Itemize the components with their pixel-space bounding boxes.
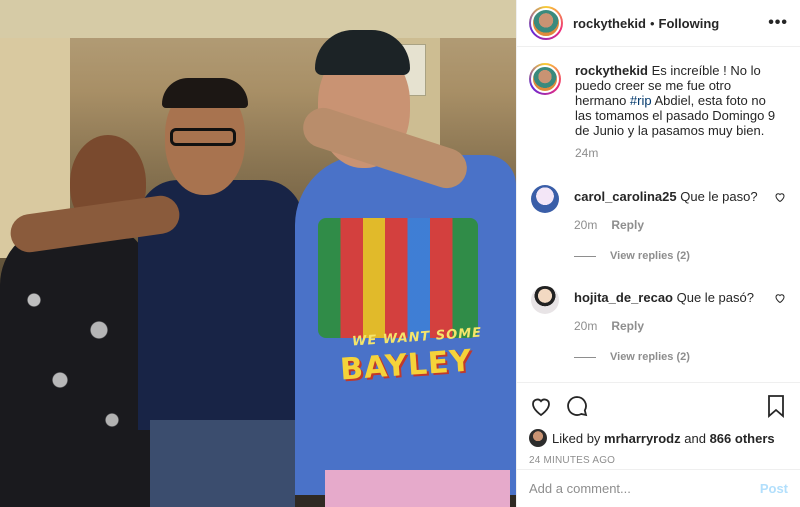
view-replies-line (574, 356, 596, 358)
commenter-username[interactable]: carol_carolina25 (574, 189, 677, 204)
post-timestamp[interactable]: 24 MINUTES AGO (529, 455, 788, 466)
comment-item: carol_carolina25 Que le paso? 20m Reply (529, 185, 788, 233)
more-options-icon[interactable]: ••• (768, 14, 788, 32)
view-replies-button[interactable]: View replies (2) (574, 351, 788, 363)
post-comment-button[interactable]: Post (760, 481, 788, 496)
post-caption: rockythekid Es increíble ! No lo puedo c… (529, 63, 788, 161)
commenter-username[interactable]: hojita_de_recao (574, 290, 673, 305)
view-replies-label: View replies (2) (610, 250, 690, 262)
author-username[interactable]: rockythekid (573, 16, 646, 31)
post-side-panel: rockythekid • Following ••• rockythekid … (516, 0, 800, 507)
caption-body: rockythekid Es increíble ! No lo puedo c… (575, 63, 780, 161)
view-replies-line (574, 255, 596, 257)
view-replies-label: View replies (2) (610, 351, 690, 363)
view-replies-button[interactable]: View replies (2) (574, 250, 788, 262)
comment-text: Que le pasó? (676, 290, 754, 305)
liker-username[interactable]: mrharryrodz (604, 431, 681, 446)
post-header: rockythekid • Following ••• (517, 0, 800, 47)
following-button[interactable]: Following (659, 16, 720, 31)
comment-meta: 20m Reply (574, 319, 764, 334)
caption-time: 24m (575, 146, 599, 160)
comment-meta: 20m Reply (574, 218, 764, 233)
likes-others[interactable]: 866 others (710, 431, 775, 446)
person-middle-jeans (150, 420, 295, 507)
action-row (529, 391, 788, 421)
comment-like-heart-icon[interactable] (774, 191, 786, 203)
comment-time: 20m (574, 319, 598, 333)
commenter-avatar[interactable] (531, 286, 559, 314)
caption-author-avatar[interactable] (529, 63, 561, 95)
likes-connector: and (684, 430, 706, 446)
reply-button[interactable]: Reply (611, 218, 644, 233)
photo-ceiling (0, 0, 516, 38)
comment-bubble-icon[interactable] (565, 394, 589, 418)
author-avatar[interactable] (529, 6, 563, 40)
likes-summary: Liked by mrharryrodz and 866 others (529, 429, 788, 447)
header-separator: • (649, 15, 655, 31)
commenter-avatar[interactable] (531, 185, 559, 213)
comment-item: hojita_de_recao Que le pasó? 20m Reply (529, 286, 788, 334)
post-actions: Liked by mrharryrodz and 866 others 24 M… (517, 382, 800, 469)
person-middle-glasses (170, 128, 236, 146)
post-photo[interactable]: WE WANT SOME BAYLEY (0, 0, 516, 507)
comment-input[interactable] (529, 481, 760, 496)
shirt-graphic (318, 218, 478, 338)
person-left-shirt-pattern (8, 260, 138, 460)
caption-username[interactable]: rockythekid (575, 63, 648, 78)
comment-time: 20m (574, 218, 598, 232)
person-middle-hair (162, 78, 248, 108)
person-right-shorts (325, 470, 510, 507)
bookmark-icon[interactable] (764, 394, 788, 418)
comment-body: hojita_de_recao Que le pasó? 20m Reply (574, 286, 764, 334)
comment-text: Que le paso? (680, 189, 758, 204)
likes-prefix: Liked by (552, 430, 601, 446)
liker-avatar[interactable] (529, 429, 547, 447)
comments-list: rockythekid Es increíble ! No lo puedo c… (517, 47, 800, 382)
post-viewer: WE WANT SOME BAYLEY rockythekid • Follow… (0, 0, 800, 507)
comment-like-heart-icon[interactable] (774, 292, 786, 304)
comment-body: carol_carolina25 Que le paso? 20m Reply (574, 185, 764, 233)
reply-button[interactable]: Reply (611, 319, 644, 334)
like-heart-icon[interactable] (529, 394, 553, 418)
add-comment-bar: Post (517, 469, 800, 507)
caption-hashtag[interactable]: #rip (630, 93, 652, 108)
